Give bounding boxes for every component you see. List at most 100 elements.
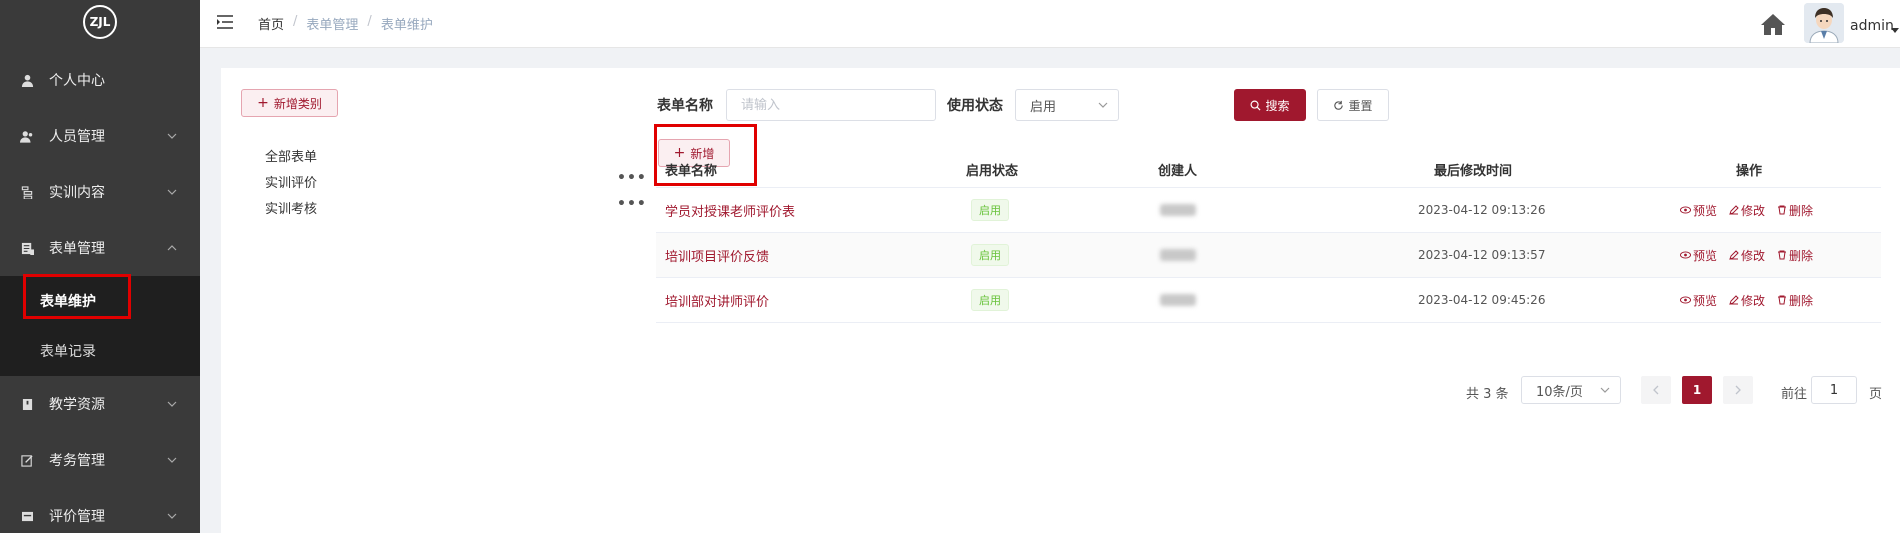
sidebar-item-personnel[interactable]: 人员管理 bbox=[0, 108, 200, 164]
blurred-creator bbox=[1160, 204, 1196, 216]
add-category-button[interactable]: + 新增类别 bbox=[241, 89, 338, 117]
menu-fold-icon[interactable] bbox=[216, 14, 234, 30]
delete-label: 删除 bbox=[1789, 293, 1814, 308]
prev-page-button[interactable] bbox=[1641, 376, 1671, 404]
form-name-link[interactable]: 培训部对讲师评价 bbox=[665, 278, 769, 322]
edit-button[interactable]: 修改 bbox=[1729, 292, 1765, 309]
caret-down-icon[interactable] bbox=[1891, 28, 1899, 33]
edit-button[interactable]: 修改 bbox=[1729, 247, 1765, 264]
preview-label: 预览 bbox=[1693, 203, 1718, 218]
chevron-down-icon bbox=[1600, 387, 1610, 393]
status-cell: 启用 bbox=[971, 233, 1009, 277]
chevron-right-icon bbox=[1735, 385, 1741, 395]
form-name-link[interactable]: 学员对授课老师评价表 bbox=[665, 188, 795, 232]
delete-button[interactable]: 删除 bbox=[1777, 247, 1813, 264]
chevron-up-icon bbox=[167, 245, 177, 251]
page-size-value: 10条/页 bbox=[1536, 384, 1583, 400]
trash-icon bbox=[1778, 250, 1787, 260]
users-icon bbox=[20, 129, 34, 143]
sidebar-item-personal-center[interactable]: 个人中心 bbox=[0, 52, 200, 108]
form-name-link[interactable]: 培训项目评价反馈 bbox=[665, 233, 769, 277]
usage-status-label: 使用状态 bbox=[947, 98, 1003, 114]
trash-icon bbox=[1778, 295, 1787, 305]
book-icon bbox=[20, 397, 34, 411]
delete-button[interactable]: 删除 bbox=[1777, 202, 1813, 219]
goto-page-input[interactable] bbox=[1811, 376, 1857, 404]
delete-label: 删除 bbox=[1789, 203, 1814, 218]
form-icon bbox=[20, 241, 34, 255]
table-row: 培训部对讲师评价 启用 2023-04-12 09:45:26 预览 修改 删除 bbox=[656, 278, 1881, 323]
chevron-down-icon bbox=[167, 401, 177, 407]
sidebar-item-label: 实训内容 bbox=[49, 185, 105, 201]
sidebar-item-label: 评价管理 bbox=[49, 509, 105, 525]
usage-status-select[interactable]: 启用 bbox=[1015, 89, 1119, 121]
status-cell: 启用 bbox=[971, 188, 1009, 232]
page-number-button[interactable]: 1 bbox=[1682, 376, 1712, 404]
table-header-row: 表单名称 启用状态 创建人 最后修改时间 操作 bbox=[656, 151, 1881, 188]
sidebar-item-teaching-resources[interactable]: 教学资源 bbox=[0, 376, 200, 432]
sidebar-item-form-management[interactable]: 表单管理 bbox=[0, 220, 200, 276]
eye-icon bbox=[1680, 206, 1691, 214]
sidebar-item-training-content[interactable]: 实训内容 bbox=[0, 164, 200, 220]
logo-mark: ZJL bbox=[83, 5, 117, 39]
table-row: 学员对授课老师评价表 启用 2023-04-12 09:13:26 预览 修改 … bbox=[656, 188, 1881, 233]
preview-button[interactable]: 预览 bbox=[1680, 292, 1717, 309]
sidebar-item-label: 考务管理 bbox=[49, 453, 105, 469]
breadcrumb-separator: / bbox=[367, 14, 372, 29]
tree-item-all-forms[interactable]: 全部表单 bbox=[265, 146, 317, 165]
creator-cell bbox=[1160, 233, 1196, 277]
search-button[interactable]: 搜索 bbox=[1234, 89, 1306, 121]
tree-item-training-evaluation[interactable]: 实训评价 bbox=[265, 172, 317, 191]
reset-button[interactable]: 重置 bbox=[1317, 89, 1389, 121]
modified-time: 2023-04-12 09:13:57 bbox=[1418, 248, 1546, 262]
sidebar-item-label: 教学资源 bbox=[49, 397, 105, 413]
form-management-submenu: 表单维护 表单记录 bbox=[0, 276, 200, 376]
add-category-label: 新增类别 bbox=[273, 96, 322, 111]
form-name-input[interactable] bbox=[726, 89, 936, 121]
col-header-modified-time: 最后修改时间 bbox=[1434, 163, 1513, 179]
sidebar-item-form-records[interactable]: 表单记录 bbox=[0, 326, 200, 376]
top-header: 首页 / 表单管理 / 表单维护 admin bbox=[200, 0, 1900, 48]
card-icon bbox=[20, 509, 34, 523]
chevron-down-icon bbox=[167, 189, 177, 195]
chevron-down-icon bbox=[167, 513, 177, 519]
more-icon[interactable]: ••• bbox=[617, 170, 647, 186]
chevron-down-icon bbox=[1098, 102, 1108, 108]
search-icon bbox=[1250, 100, 1261, 111]
more-icon[interactable]: ••• bbox=[617, 196, 647, 212]
pencil-icon bbox=[1729, 250, 1739, 260]
avatar[interactable] bbox=[1804, 3, 1844, 43]
page-size-select[interactable]: 10条/页 bbox=[1521, 376, 1621, 404]
home-icon[interactable] bbox=[1760, 12, 1786, 36]
edit-button[interactable]: 修改 bbox=[1729, 202, 1765, 219]
reset-button-label: 重置 bbox=[1348, 98, 1373, 113]
actions-cell: 预览 修改 删除 bbox=[1680, 278, 1825, 322]
edit-label: 修改 bbox=[1741, 203, 1766, 218]
trash-icon bbox=[1778, 205, 1787, 215]
breadcrumb: 首页 / 表单管理 / 表单维护 bbox=[258, 14, 433, 33]
breadcrumb-home[interactable]: 首页 bbox=[258, 14, 284, 33]
edit-label: 修改 bbox=[1741, 293, 1766, 308]
username[interactable]: admin bbox=[1850, 18, 1894, 34]
preview-button[interactable]: 预览 bbox=[1680, 202, 1717, 219]
actions-cell: 预览 修改 删除 bbox=[1680, 188, 1825, 232]
chevron-down-icon bbox=[167, 457, 177, 463]
preview-button[interactable]: 预览 bbox=[1680, 247, 1717, 264]
delete-button[interactable]: 删除 bbox=[1777, 292, 1813, 309]
creator-cell bbox=[1160, 188, 1196, 232]
sidebar-item-exam-management[interactable]: 考务管理 bbox=[0, 432, 200, 488]
creator-cell bbox=[1160, 278, 1196, 322]
sidebar-item-evaluation-management[interactable]: 评价管理 bbox=[0, 488, 200, 533]
col-header-creator: 创建人 bbox=[1158, 163, 1198, 179]
edit-icon bbox=[20, 453, 34, 467]
sidebar-item-label: 个人中心 bbox=[49, 73, 105, 89]
breadcrumb-form-management[interactable]: 表单管理 bbox=[306, 14, 358, 33]
sidebar-item-label: 人员管理 bbox=[49, 129, 105, 145]
actions-cell: 预览 修改 删除 bbox=[1680, 233, 1825, 277]
tree-item-training-assessment[interactable]: 实训考核 bbox=[265, 198, 317, 217]
col-header-form-name: 表单名称 bbox=[665, 163, 718, 179]
pencil-icon bbox=[1729, 295, 1739, 305]
sidebar-item-label: 表单管理 bbox=[49, 241, 105, 257]
next-page-button[interactable] bbox=[1723, 376, 1753, 404]
sidebar-item-form-maintenance[interactable]: 表单维护 bbox=[0, 276, 200, 326]
